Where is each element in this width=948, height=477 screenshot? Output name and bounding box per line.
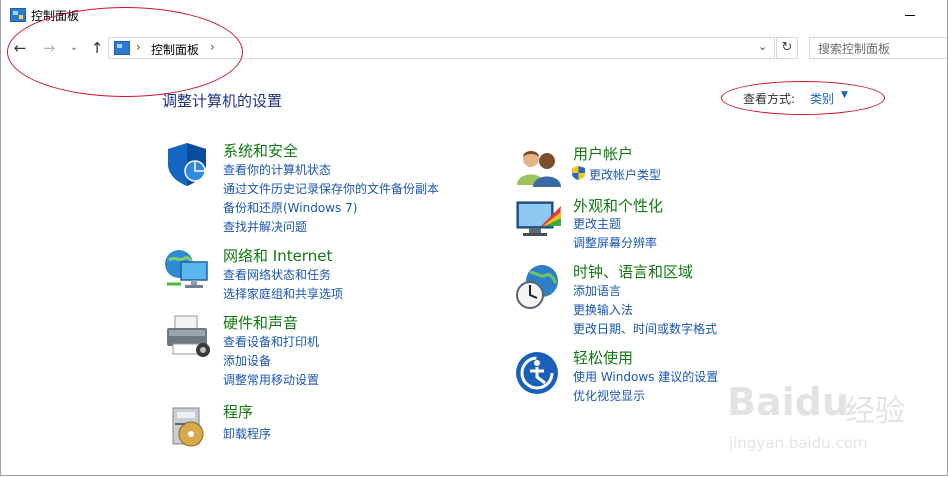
control-panel-icon — [114, 41, 130, 55]
link-date-time-format[interactable]: 更改日期、时间或数字格式 — [573, 320, 717, 337]
link-view-computer-status[interactable]: 查看你的计算机状态 — [223, 161, 331, 178]
title-bar: 控制面板 — [1, 0, 947, 32]
link-mobility-settings[interactable]: 调整常用移动设置 — [223, 371, 319, 388]
category-title-ease-of-access[interactable]: 轻松使用 — [573, 347, 633, 368]
watermark-brand-cn: 经验 — [845, 394, 905, 429]
recent-locations-button[interactable]: ⌄ — [64, 37, 84, 59]
link-change-theme[interactable]: 更改主题 — [573, 215, 621, 232]
link-file-history-backup[interactable]: 通过文件历史记录保存你的文件备份副本 — [223, 180, 439, 197]
breadcrumb-separator[interactable]: › — [210, 40, 215, 54]
watermark-url: jingyan.baidu.com — [729, 434, 868, 452]
link-windows-recommended-settings[interactable]: 使用 Windows 建议的设置 — [573, 368, 718, 385]
navigation-bar: ← → ⌄ ↑ › 控制面板 › ⌄ ↻ — [1, 34, 947, 62]
link-uninstall-program[interactable]: 卸载程序 — [223, 425, 271, 442]
category-title-user-accounts[interactable]: 用户帐户 — [573, 143, 633, 164]
category-title-appearance[interactable]: 外观和个性化 — [573, 195, 663, 216]
link-optimize-visual-display[interactable]: 优化视觉显示 — [573, 387, 645, 404]
up-button[interactable]: ↑ — [87, 37, 107, 59]
control-panel-icon — [10, 8, 26, 22]
network-icon[interactable] — [163, 244, 211, 292]
category-title-network-internet[interactable]: 网络和 Internet — [223, 245, 332, 266]
forward-button[interactable]: → — [39, 37, 59, 59]
view-by-dropdown[interactable]: 类别 — [810, 90, 834, 107]
ease-of-access-icon[interactable] — [515, 349, 563, 397]
shield-icon[interactable] — [163, 140, 211, 188]
breadcrumb-separator[interactable]: › — [136, 40, 141, 54]
refresh-button[interactable]: ↻ — [776, 37, 798, 59]
control-panel-window: 控制面板 ← → ⌄ ↑ › 控制面板 › ⌄ ↻ 调整计算机的设置 查看方式:… — [0, 0, 948, 476]
page-title: 调整计算机的设置 — [162, 92, 283, 110]
address-dropdown-button[interactable]: ⌄ — [758, 40, 767, 53]
printer-icon[interactable] — [163, 312, 211, 360]
link-devices-printers[interactable]: 查看设备和打印机 — [223, 333, 319, 350]
clock-globe-icon[interactable] — [514, 263, 562, 311]
search-input[interactable] — [818, 40, 946, 58]
baidu-watermark: Baidu 经验 jingyan.baidu.com — [723, 378, 933, 464]
link-screen-resolution[interactable]: 调整屏幕分辨率 — [573, 234, 657, 251]
category-title-clock-language-region[interactable]: 时钟、语言和区域 — [573, 261, 693, 282]
users-icon[interactable] — [515, 143, 563, 191]
search-box[interactable] — [809, 37, 947, 59]
uac-shield-icon — [572, 166, 585, 180]
appearance-icon[interactable] — [515, 196, 563, 244]
link-troubleshoot[interactable]: 查找并解决问题 — [223, 218, 307, 235]
category-title-programs[interactable]: 程序 — [223, 401, 253, 422]
breadcrumb-control-panel[interactable]: 控制面板 — [151, 41, 199, 58]
link-network-status-tasks[interactable]: 查看网络状态和任务 — [223, 266, 331, 283]
view-by-label: 查看方式: — [743, 92, 796, 106]
link-backup-restore[interactable]: 备份和还原(Windows 7) — [223, 199, 357, 216]
address-bar[interactable]: › 控制面板 › ⌄ — [108, 37, 775, 59]
watermark-brand: Baidu — [727, 380, 849, 424]
programs-icon[interactable] — [165, 402, 213, 450]
minimize-button[interactable] — [897, 4, 927, 26]
link-add-language[interactable]: 添加语言 — [573, 282, 621, 299]
window-title: 控制面板 — [31, 9, 80, 23]
chevron-down-icon[interactable]: ▼ — [841, 90, 848, 100]
link-change-account-type[interactable]: 更改帐户类型 — [589, 166, 661, 183]
category-title-system-security[interactable]: 系统和安全 — [223, 140, 298, 161]
link-add-device[interactable]: 添加设备 — [223, 352, 271, 369]
back-button[interactable]: ← — [10, 37, 30, 59]
link-homegroup-sharing[interactable]: 选择家庭组和共享选项 — [223, 285, 343, 302]
link-change-input-method[interactable]: 更换输入法 — [573, 301, 633, 318]
category-title-hardware-sound[interactable]: 硬件和声音 — [223, 312, 298, 333]
